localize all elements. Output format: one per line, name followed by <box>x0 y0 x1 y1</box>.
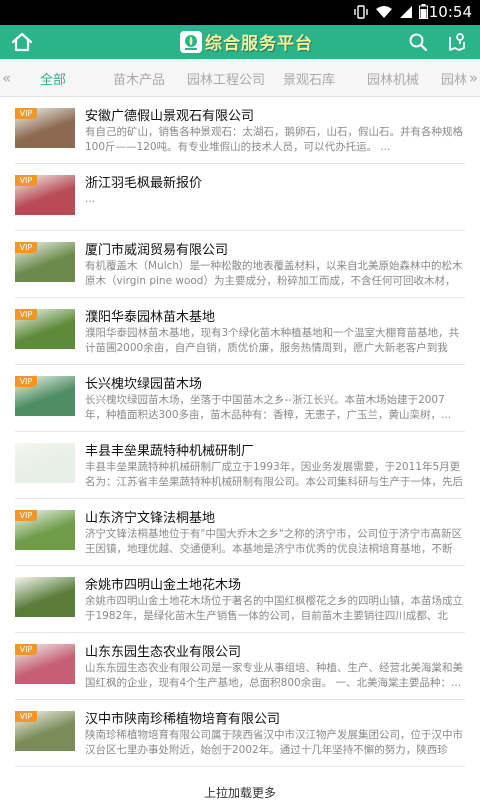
item-description: 余姚市四明山金土地花木场位于著名的中国红枫樱花之乡的四明山镇，本苗场成立于198… <box>85 595 463 622</box>
tab-landscaping-companies[interactable]: 园林工程公司 <box>187 69 265 88</box>
item-thumbnail: VIP <box>15 510 75 550</box>
item-description: 濮阳华泰园林苗木基地，现有3个绿化苗木种植基地和一个温室大棚育苗基地，共计苗圃2… <box>85 327 460 354</box>
item-thumbnail: VIP <box>15 175 75 215</box>
scroll-right-icon[interactable]: » <box>469 69 478 87</box>
battery-icon <box>419 4 428 23</box>
item-title: 浙江羽毛枫最新报价 <box>85 176 203 191</box>
item-title: 濮阳华泰园林苗木基地 <box>85 310 216 325</box>
item-description: 济宁文锋法桐基地位于有"中国大乔木之乡"之称的济宁市，公司位于济宁市高新区王因镇… <box>85 528 463 555</box>
tab-landscape-stones[interactable]: 景观石库 <box>283 69 335 88</box>
signal-icon <box>399 4 413 23</box>
item-description: 山东东园生态农业有限公司是一家专业从事组培、种植、生产、经营北美海棠和美国红枫的… <box>85 662 463 689</box>
vibrate-icon <box>353 4 369 23</box>
map-pin-icon <box>446 33 468 57</box>
item-title: 余姚市四明山金土地花木场 <box>85 578 242 593</box>
app-bar: 综合服务平台 <box>0 25 480 59</box>
vip-badge: VIP <box>15 108 37 119</box>
list-item[interactable]: VIP 山东济宁文锋法桐基地济宁文锋法桐基地位于有"中国大乔木之乡"之称的济宁市，… <box>15 499 465 566</box>
vip-badge: VIP <box>15 644 37 655</box>
item-description: 有自己的矿山，销售各种景观石：太湖石，鹅卵石，山石，假山石。并有各种规格100斤… <box>85 126 463 153</box>
vip-badge: VIP <box>15 309 37 320</box>
item-thumbnail <box>15 577 75 617</box>
load-more-hint: 上拉加载更多 <box>203 786 276 800</box>
item-thumbnail: VIP <box>15 242 75 282</box>
scroll-left-icon[interactable]: « <box>2 69 11 87</box>
list-item[interactable]: VIP 山东东园生态农业有限公司山东东园生态农业有限公司是一家专业从事组培、种植、… <box>15 633 465 700</box>
item-title: 山东东园生态农业有限公司 <box>85 645 242 660</box>
company-list: VIP 安徽广德假山景观石有限公司有自己的矿山，销售各种景观石：太湖石，鹅卵石，山… <box>0 97 480 767</box>
item-description: ... <box>85 193 96 205</box>
tab-garden[interactable]: 园林 <box>441 69 467 88</box>
list-item[interactable]: VIP 长兴槐坎绿园苗木场长兴槐坎绿园苗木场，坐落于中国苗木之乡--浙江长兴。本苗… <box>15 365 465 432</box>
app-title: 综合服务平台 <box>205 34 313 54</box>
item-title: 汉中市陕南珍稀植物培育有限公司 <box>85 712 281 727</box>
item-thumbnail: VIP <box>15 644 75 684</box>
clock: 10:54 <box>428 3 472 21</box>
thumbnail-image <box>15 443 75 483</box>
list-item[interactable]: VIP 濮阳华泰园林苗木基地濮阳华泰园林苗木基地，现有3个绿化苗木种植基地和一个温… <box>15 298 465 365</box>
vip-badge: VIP <box>15 510 37 521</box>
vip-badge: VIP <box>15 376 37 387</box>
wifi-icon <box>375 4 393 23</box>
vip-badge: VIP <box>15 175 37 186</box>
app-logo: 综合服务平台 <box>180 29 313 54</box>
home-icon <box>10 32 34 57</box>
tab-seedlings[interactable]: 苗木产品 <box>113 69 165 88</box>
item-description: 丰县丰垒果蔬特种机械研制厂成立于1993年，因业务发展需要，于2011年5月更名… <box>85 461 463 488</box>
list-item[interactable]: 余姚市四明山金土地花木场余姚市四明山金土地花木场位于著名的中国红枫樱花之乡的四明… <box>15 566 465 633</box>
list-item[interactable]: VIP 汉中市陕南珍稀植物培育有限公司陕南珍稀植物培育有限公司属于陕西省汉中市汉江… <box>15 700 465 767</box>
thumbnail-image <box>15 577 75 617</box>
tab-garden-machinery[interactable]: 园林机械 <box>367 69 419 88</box>
item-thumbnail: VIP <box>15 711 75 751</box>
category-tabs: « 全部 苗木产品 园林工程公司 景观石库 园林机械 园林 » <box>0 59 480 97</box>
item-thumbnail: VIP <box>15 108 75 148</box>
item-title: 安徽广德假山景观石有限公司 <box>85 109 255 124</box>
tab-all[interactable]: 全部 <box>40 69 66 88</box>
item-description: 有机覆盖木（Mulch）是一种松散的地表覆盖材料，以来自北美原始森林中的松木原木… <box>85 260 463 287</box>
item-thumbnail <box>15 443 75 483</box>
item-description: 长兴槐坎绿园苗木场，坐落于中国苗木之乡--浙江长兴。本苗木场始建于2007年，种… <box>85 394 452 421</box>
home-button[interactable] <box>10 31 34 53</box>
list-item[interactable]: 丰县丰垒果蔬特种机械研制厂丰县丰垒果蔬特种机械研制厂成立于1993年，因业务发展… <box>15 432 465 499</box>
search-icon <box>407 33 429 57</box>
item-thumbnail: VIP <box>15 376 75 416</box>
item-title: 丰县丰垒果蔬特种机械研制厂 <box>85 444 255 459</box>
vip-badge: VIP <box>15 242 37 253</box>
item-description: 陕南珍稀植物培育有限公司属于陕西省汉中市汉江物产发展集团公司，位于汉中市汉台区七… <box>85 729 463 756</box>
list-item[interactable]: VIP 浙江羽毛枫最新报价... <box>15 164 465 231</box>
search-button[interactable] <box>407 31 429 53</box>
location-button[interactable] <box>446 31 468 53</box>
item-title: 山东济宁文锋法桐基地 <box>85 511 216 526</box>
item-title: 厦门市威润贸易有限公司 <box>85 243 229 258</box>
logo-icon <box>180 30 202 53</box>
list-item[interactable]: VIP 厦门市威润贸易有限公司有机覆盖木（Mulch）是一种松散的地表覆盖材料，以… <box>15 231 465 298</box>
list-item[interactable]: VIP 安徽广德假山景观石有限公司有自己的矿山，销售各种景观石：太湖石，鹅卵石，山… <box>15 97 465 164</box>
status-bar: 10:54 <box>0 0 480 25</box>
item-thumbnail: VIP <box>15 309 75 349</box>
item-title: 长兴槐坎绿园苗木场 <box>85 377 203 392</box>
vip-badge: VIP <box>15 711 37 722</box>
